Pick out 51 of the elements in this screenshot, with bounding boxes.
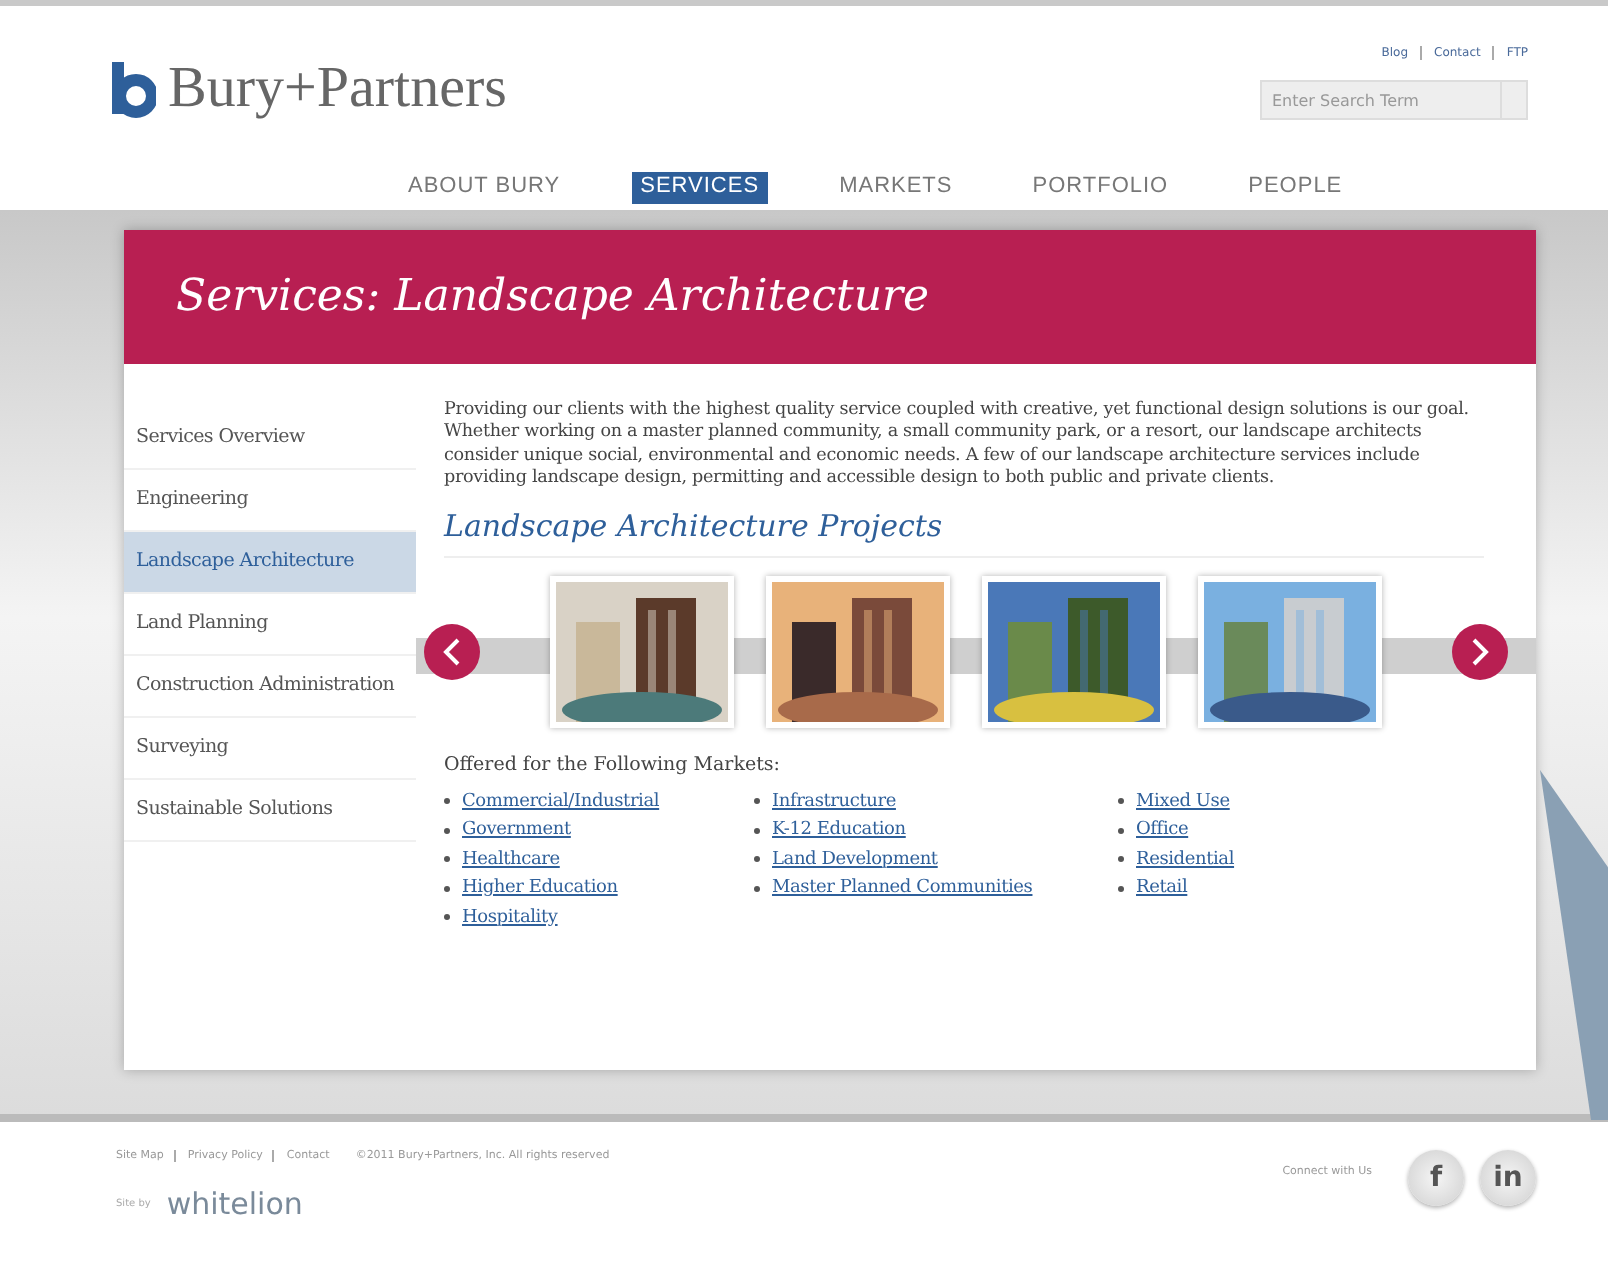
sidebar-item[interactable]: Sustainable Solutions xyxy=(124,779,416,842)
bullet-icon xyxy=(1118,827,1124,834)
chevron-left-icon xyxy=(440,635,464,668)
bullet-icon xyxy=(754,827,760,834)
bullet-icon xyxy=(444,827,450,834)
bullet-icon xyxy=(1118,856,1124,863)
market-link[interactable]: Office xyxy=(1136,816,1189,846)
market-link[interactable]: Hospitality xyxy=(462,903,558,933)
market-link[interactable]: Commercial/Industrial xyxy=(462,787,660,817)
chevron-right-icon xyxy=(1468,635,1492,668)
bullet-icon xyxy=(1118,885,1124,892)
market-link[interactable]: Healthcare xyxy=(462,845,560,875)
next-button[interactable] xyxy=(1452,623,1508,680)
market-link[interactable]: Master Planned Communities xyxy=(772,874,1033,904)
logo-mark-icon xyxy=(112,62,156,118)
sidebar-item[interactable]: Land Planning xyxy=(124,593,416,656)
section-heading: Landscape Architecture Projects xyxy=(444,507,1484,558)
bullet-icon xyxy=(754,856,760,863)
previous-button[interactable] xyxy=(424,623,480,680)
market-link[interactable]: Infrastructure xyxy=(772,787,896,817)
bullet-icon xyxy=(444,856,450,863)
nav-tab[interactable]: PORTFOLIO xyxy=(1024,172,1177,205)
market-link[interactable]: Retail xyxy=(1136,874,1188,904)
sidebar-item[interactable]: Construction Administration xyxy=(124,655,416,718)
social-button[interactable]: f xyxy=(1408,1149,1464,1206)
bullet-icon xyxy=(444,914,450,921)
bullet-icon xyxy=(754,798,760,805)
sidebar-item[interactable]: Services Overview xyxy=(124,407,416,470)
nav-tab[interactable]: MARKETS xyxy=(831,172,961,205)
social-button[interactable]: in xyxy=(1480,1149,1536,1206)
nav-tab[interactable]: ABOUT BURY xyxy=(400,172,569,205)
bullet-icon xyxy=(444,798,450,805)
market-link[interactable]: K-12 Education xyxy=(772,816,906,846)
nav-tab[interactable]: PEOPLE xyxy=(1240,172,1351,205)
sidebar-item[interactable]: Surveying xyxy=(124,717,416,780)
markets-heading: Offered for the Following Markets: xyxy=(444,753,782,776)
banner-title: Services: Landscape Architecture xyxy=(176,271,930,322)
sidebar-item[interactable]: Landscape Architecture xyxy=(124,531,416,594)
bullet-icon xyxy=(754,885,760,892)
market-link[interactable]: Government xyxy=(462,816,571,846)
market-link[interactable]: Mixed Use xyxy=(1136,787,1230,817)
bullet-icon xyxy=(444,885,450,892)
nav-tab[interactable]: SERVICES xyxy=(632,172,768,205)
market-link[interactable]: Higher Education xyxy=(462,874,618,904)
bullet-icon xyxy=(1118,798,1124,805)
search-field[interactable]: Enter Search Term xyxy=(1260,80,1501,120)
market-link[interactable]: Land Development xyxy=(772,845,938,875)
intro-paragraph: Providing our clients with the highest quality service coupled with creative, yet functional design solutions is our goal. Whether working on a master planned community, a small community park, or a resort, our landscape architects consider unique social, environmental and economic needs. A few of our landscape architecture services include providing landscape design, permitting and accessible design to both public and private clients. xyxy=(444,399,1471,492)
credit-link[interactable]: whitelion xyxy=(166,1185,303,1222)
logo[interactable]: Bury+Partners xyxy=(112,38,507,118)
market-link[interactable]: Residential xyxy=(1136,845,1235,875)
